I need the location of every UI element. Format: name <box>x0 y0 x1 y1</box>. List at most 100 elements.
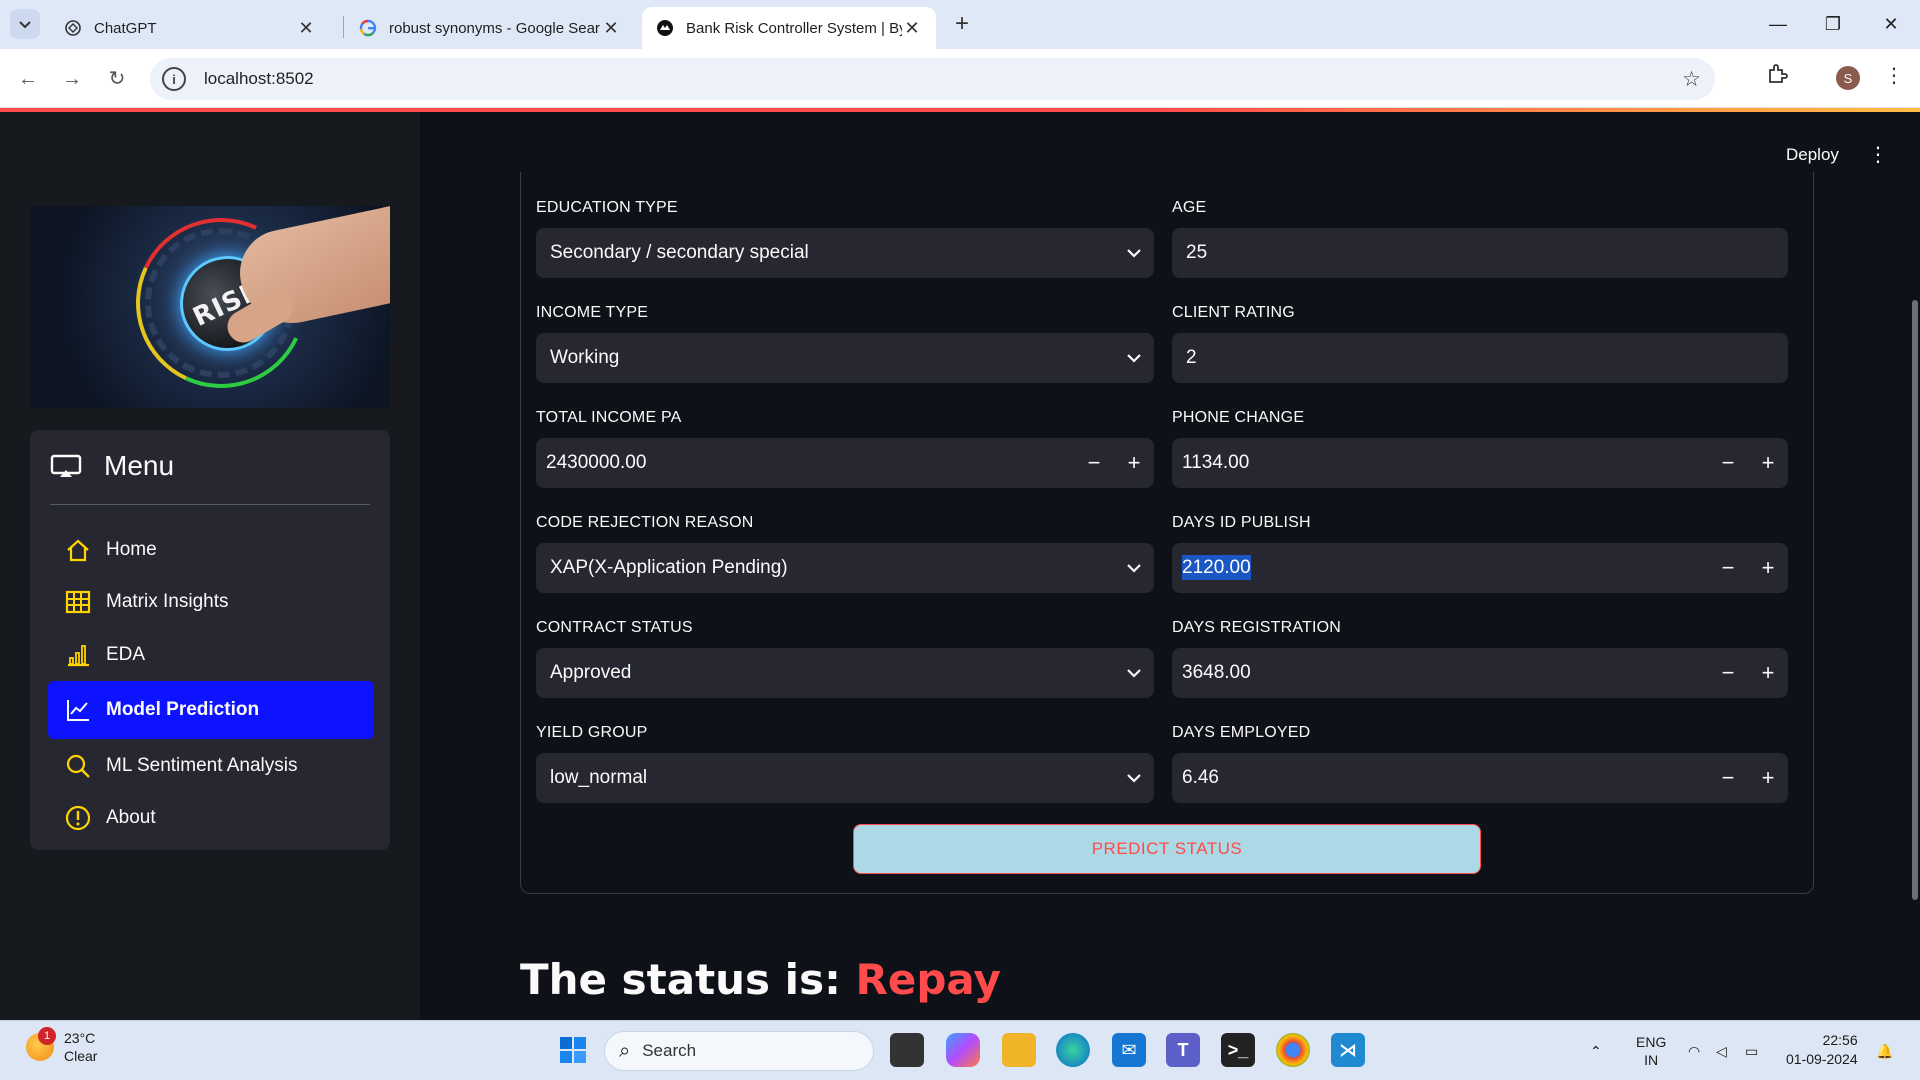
yield-group-value: low_normal <box>550 767 648 788</box>
app-menu-icon[interactable]: ⋮ <box>1868 142 1888 167</box>
close-icon[interactable]: ✕ <box>902 18 922 39</box>
battery-icon[interactable]: ▭ <box>1745 1021 1758 1080</box>
decrement-button[interactable]: − <box>1708 753 1748 803</box>
menu-item-eda[interactable]: EDA <box>48 629 374 681</box>
contract-status-select[interactable]: Approved <box>536 648 1154 698</box>
yield-group-label: YIELD GROUP <box>536 724 648 741</box>
window-close-icon[interactable]: ✕ <box>1871 10 1911 38</box>
teams-icon[interactable]: T <box>1166 1033 1200 1067</box>
clock-time: 22:56 <box>1822 1032 1858 1048</box>
address-bar-row: ← → ↻ i localhost:8502 ☆ S ⋮ <box>0 49 1920 108</box>
notifications-bell-icon[interactable]: 🔔 <box>1876 1021 1893 1080</box>
task-view-icon[interactable] <box>890 1033 924 1067</box>
yield-group-select[interactable]: low_normal <box>536 753 1154 803</box>
url-text[interactable]: localhost:8502 <box>204 69 314 89</box>
menu-item-label: Model Prediction <box>106 699 260 720</box>
decrement-button[interactable]: − <box>1708 543 1748 593</box>
education-type-select[interactable]: Secondary / secondary special <box>536 228 1154 278</box>
chrome-icon[interactable] <box>1276 1033 1310 1067</box>
menu-item-label: ML Sentiment Analysis <box>106 755 298 776</box>
site-info-icon[interactable]: i <box>162 67 186 91</box>
total-income-stepper[interactable]: 2430000.00 − + <box>536 438 1154 488</box>
risk-hero-image: RISK <box>30 206 390 408</box>
weather-widget[interactable]: 1 23°C Clear <box>26 1027 97 1065</box>
age-input[interactable]: 25 <box>1172 228 1788 278</box>
copilot-icon[interactable] <box>946 1033 980 1067</box>
close-icon[interactable]: ✕ <box>296 18 316 39</box>
back-icon[interactable]: ← <box>13 64 43 94</box>
weather-temp: 23°C <box>64 1030 96 1046</box>
google-icon <box>359 19 377 37</box>
menu-item-matrix-insights[interactable]: Matrix Insights <box>48 576 374 628</box>
info-icon <box>64 804 92 832</box>
url-field[interactable]: i localhost:8502 ☆ <box>150 58 1715 100</box>
phone-change-stepper[interactable]: 1134.00 − + <box>1172 438 1788 488</box>
days-registration-stepper[interactable]: 3648.00 − + <box>1172 648 1788 698</box>
system-clock[interactable]: 22:56 01-09-2024 <box>1786 1031 1858 1069</box>
volume-icon[interactable]: ◁ <box>1716 1021 1727 1080</box>
income-type-label: INCOME TYPE <box>536 304 649 321</box>
chevron-down-icon <box>1114 563 1154 573</box>
taskbar-search[interactable]: ⌕ Search <box>604 1031 874 1071</box>
menu-item-ml-sentiment-analysis[interactable]: ML Sentiment Analysis <box>48 740 374 792</box>
tab-title: ChatGPT <box>94 19 157 37</box>
bookmark-star-icon[interactable]: ☆ <box>1682 67 1701 92</box>
code-rejection-select[interactable]: XAP(X-Application Pending) <box>536 543 1154 593</box>
tab-bank-risk[interactable]: Bank Risk Controller System | By ✕ <box>642 7 936 49</box>
reload-icon[interactable]: ↻ <box>102 64 132 94</box>
deploy-button[interactable]: Deploy <box>1786 145 1839 165</box>
wifi-icon[interactable]: ◠ <box>1688 1021 1700 1080</box>
days-employed-value: 6.46 <box>1182 767 1219 788</box>
tab-google[interactable]: robust synonyms - Google Sear ✕ <box>345 7 635 49</box>
increment-button[interactable]: + <box>1748 753 1788 803</box>
new-tab-button[interactable]: + <box>948 10 976 38</box>
menu-item-model-prediction[interactable]: Model Prediction <box>48 681 374 739</box>
menu-item-label: EDA <box>106 644 146 665</box>
decrement-button[interactable]: − <box>1708 438 1748 488</box>
menu-item-home[interactable]: Home <box>48 524 374 576</box>
decrement-button[interactable]: − <box>1074 438 1114 488</box>
restore-icon[interactable]: ❐ <box>1813 10 1853 38</box>
days-employed-stepper[interactable]: 6.46 − + <box>1172 753 1788 803</box>
menu-item-about[interactable]: About <box>48 792 374 844</box>
minimize-icon[interactable]: — <box>1758 10 1798 38</box>
menu-divider <box>50 504 370 505</box>
increment-button[interactable]: + <box>1748 543 1788 593</box>
language-indicator[interactable]: ENG IN <box>1636 1021 1666 1080</box>
predict-status-button[interactable]: PREDICT STATUS <box>853 824 1481 874</box>
decrement-button[interactable]: − <box>1708 648 1748 698</box>
windows-taskbar: 1 23°C Clear ⌕ Search ✉ T >_ ⋊ ⌃ ENG IN … <box>0 1020 1920 1080</box>
mail-icon[interactable]: ✉ <box>1112 1033 1146 1067</box>
search-icon <box>64 752 92 780</box>
close-icon[interactable]: ✕ <box>601 18 621 39</box>
file-explorer-icon[interactable] <box>1002 1033 1036 1067</box>
days-id-publish-value[interactable]: 2120.00 <box>1182 555 1251 580</box>
profile-avatar[interactable]: S <box>1836 66 1860 90</box>
increment-button[interactable]: + <box>1114 438 1154 488</box>
taskbar-search-placeholder: Search <box>642 1041 697 1060</box>
scrollbar[interactable] <box>1912 300 1918 900</box>
browser-menu-icon[interactable]: ⋮ <box>1884 63 1904 88</box>
client-rating-input[interactable]: 2 <box>1172 333 1788 383</box>
menu-item-label: Matrix Insights <box>106 591 229 612</box>
increment-button[interactable]: + <box>1748 648 1788 698</box>
terminal-icon[interactable]: >_ <box>1221 1033 1255 1067</box>
edge-icon[interactable] <box>1056 1033 1090 1067</box>
income-type-select[interactable]: Working <box>536 333 1154 383</box>
forward-icon[interactable]: → <box>57 64 87 94</box>
days-id-publish-stepper[interactable]: 2120.00 − + <box>1172 543 1788 593</box>
tab-chatgpt[interactable]: ChatGPT ✕ <box>50 7 330 49</box>
client-rating-label: CLIENT RATING <box>1172 304 1295 321</box>
chevron-down-icon <box>1114 773 1154 783</box>
menu-title: Menu <box>104 450 175 481</box>
windows-start-icon[interactable] <box>556 1033 590 1067</box>
days-registration-value: 3648.00 <box>1182 662 1251 683</box>
vscode-icon[interactable]: ⋊ <box>1331 1033 1365 1067</box>
total-income-value: 2430000.00 <box>546 452 647 473</box>
increment-button[interactable]: + <box>1748 438 1788 488</box>
age-label: AGE <box>1172 199 1207 216</box>
weather-sun-icon: 1 <box>26 1027 56 1061</box>
tray-overflow-icon[interactable]: ⌃ <box>1590 1021 1602 1080</box>
tab-search-button[interactable] <box>10 9 40 39</box>
extensions-icon[interactable] <box>1766 62 1788 90</box>
